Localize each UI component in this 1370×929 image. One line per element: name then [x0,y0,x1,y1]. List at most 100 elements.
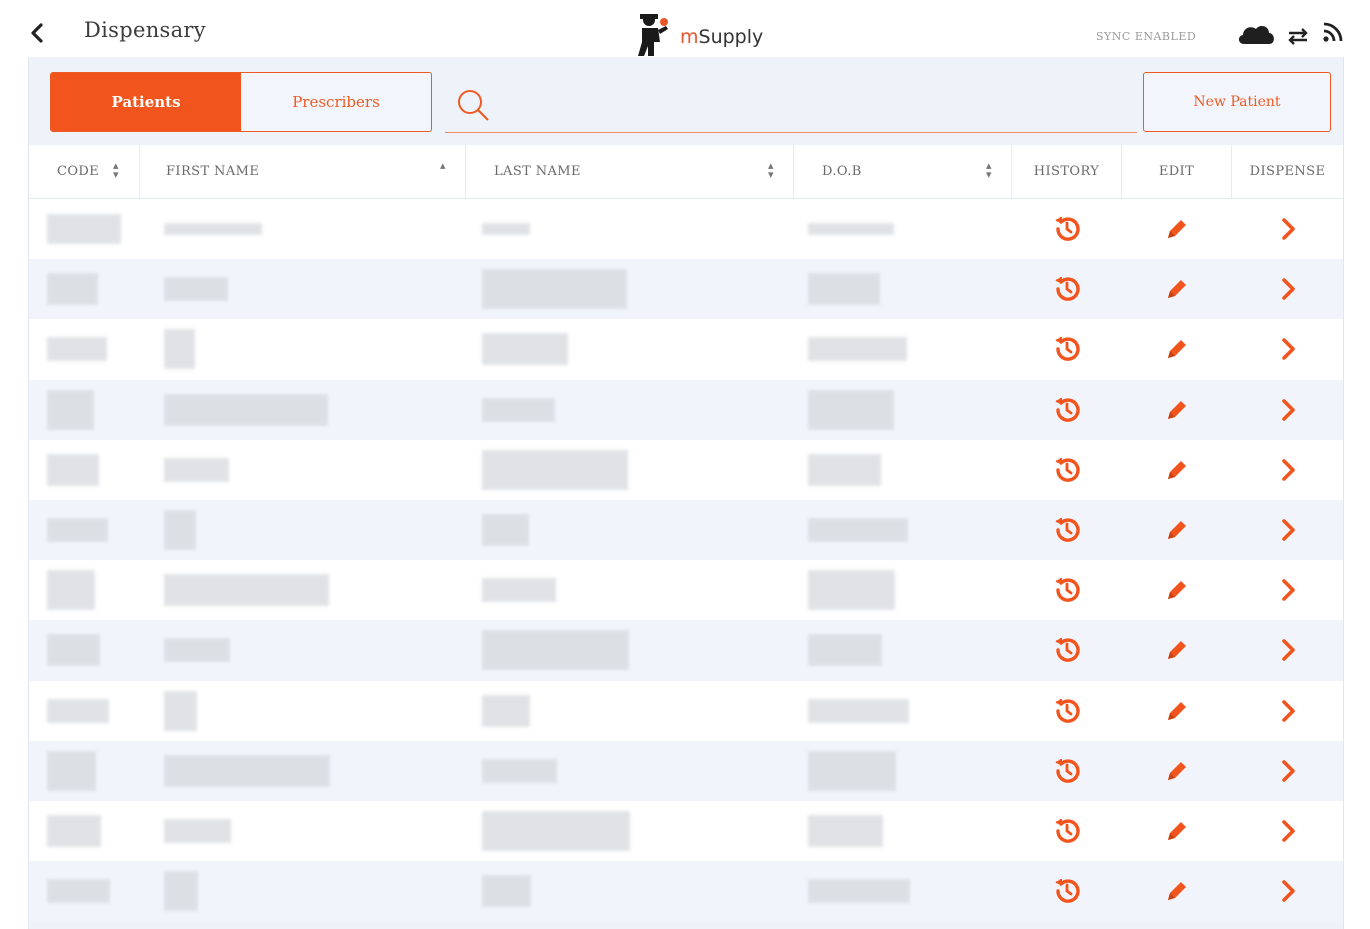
history-icon[interactable] [1012,199,1122,259]
history-icon[interactable] [1012,861,1122,921]
history-icon[interactable] [1012,259,1122,319]
dispense-button[interactable] [1232,801,1343,861]
edit-button[interactable] [1122,861,1232,921]
logo-text: mSupply [680,26,763,48]
back-arrow-icon[interactable] [26,20,48,46]
redacted-text [482,223,530,235]
history-icon[interactable] [1012,560,1122,620]
edit-button[interactable] [1122,259,1232,319]
pencil-icon[interactable] [1122,259,1232,319]
chevron-right-icon[interactable] [1232,500,1343,560]
chevron-right-icon[interactable] [1232,741,1343,801]
edit-button[interactable] [1122,319,1232,379]
edit-button[interactable] [1122,620,1232,680]
search-bar [445,77,1137,133]
pencil-icon[interactable] [1122,560,1232,620]
history-button[interactable] [1012,440,1122,500]
chevron-right-icon[interactable] [1232,681,1343,741]
chevron-right-icon[interactable] [1232,199,1343,259]
history-button[interactable] [1012,380,1122,440]
history-button[interactable] [1012,259,1122,319]
table-row[interactable] [29,259,1343,320]
table-row[interactable] [29,800,1343,862]
chevron-right-icon[interactable] [1232,861,1343,921]
history-button[interactable] [1012,861,1122,921]
table-row[interactable] [29,499,1343,561]
edit-button[interactable] [1122,440,1232,500]
column-header-first-name[interactable]: FIRST NAME ▴ [140,145,466,198]
history-icon[interactable] [1012,620,1122,680]
edit-button[interactable] [1122,500,1232,560]
column-header-dob[interactable]: D.O.B ▴ ▾ [794,145,1012,198]
column-header-last-name[interactable]: LAST NAME ▴ ▾ [466,145,794,198]
dispense-button[interactable] [1232,199,1343,259]
dispense-button[interactable] [1232,741,1343,801]
history-icon[interactable] [1012,801,1122,861]
pencil-icon[interactable] [1122,380,1232,440]
history-icon[interactable] [1012,741,1122,801]
edit-button[interactable] [1122,681,1232,741]
edit-button[interactable] [1122,380,1232,440]
history-button[interactable] [1012,500,1122,560]
pencil-icon[interactable] [1122,620,1232,680]
history-button[interactable] [1012,560,1122,620]
dispense-button[interactable] [1232,500,1343,560]
dispense-button[interactable] [1232,560,1343,620]
cell-dob [794,861,1012,921]
dispense-button[interactable] [1232,681,1343,741]
pencil-icon[interactable] [1122,861,1232,921]
pencil-icon[interactable] [1122,440,1232,500]
cloud-icon[interactable] [1236,22,1276,46]
rss-feed-icon[interactable] [1321,20,1345,44]
history-icon[interactable] [1012,440,1122,500]
edit-button[interactable] [1122,801,1232,861]
table-row[interactable] [29,861,1343,922]
table-row[interactable] [29,439,1343,500]
edit-button[interactable] [1122,741,1232,801]
history-button[interactable] [1012,620,1122,680]
chevron-right-icon[interactable] [1232,560,1343,620]
table-row[interactable] [29,319,1343,380]
dispense-button[interactable] [1232,259,1343,319]
chevron-right-icon[interactable] [1232,620,1343,680]
history-button[interactable] [1012,199,1122,259]
tab-patients[interactable]: Patients [51,73,241,131]
dispense-button[interactable] [1232,380,1343,440]
table-row[interactable] [29,560,1343,621]
history-icon[interactable] [1012,380,1122,440]
history-button[interactable] [1012,741,1122,801]
column-header-code[interactable]: CODE ▴ ▾ [29,145,140,198]
pencil-icon[interactable] [1122,500,1232,560]
chevron-right-icon[interactable] [1232,801,1343,861]
chevron-right-icon[interactable] [1232,380,1343,440]
pencil-icon[interactable] [1122,319,1232,379]
dispense-button[interactable] [1232,440,1343,500]
table-row[interactable] [29,620,1343,681]
pencil-icon[interactable] [1122,681,1232,741]
history-button[interactable] [1012,801,1122,861]
table-row[interactable] [29,740,1343,801]
edit-button[interactable] [1122,199,1232,259]
chevron-right-icon[interactable] [1232,319,1343,379]
chevron-right-icon[interactable] [1232,440,1343,500]
table-row[interactable] [29,199,1343,260]
new-patient-button[interactable]: New Patient [1143,72,1331,132]
pencil-icon[interactable] [1122,199,1232,259]
chevron-right-icon[interactable] [1232,259,1343,319]
history-icon[interactable] [1012,319,1122,379]
search-input[interactable] [505,91,1115,121]
edit-button[interactable] [1122,560,1232,620]
table-row[interactable] [29,680,1343,741]
history-button[interactable] [1012,681,1122,741]
pencil-icon[interactable] [1122,741,1232,801]
pencil-icon[interactable] [1122,801,1232,861]
dispense-button[interactable] [1232,861,1343,921]
history-icon[interactable] [1012,681,1122,741]
dispense-button[interactable] [1232,620,1343,680]
tab-prescribers[interactable]: Prescribers [241,73,431,131]
dispense-button[interactable] [1232,319,1343,379]
history-icon[interactable] [1012,500,1122,560]
sync-arrows-icon[interactable] [1287,26,1309,46]
history-button[interactable] [1012,319,1122,379]
table-row[interactable] [29,379,1343,440]
